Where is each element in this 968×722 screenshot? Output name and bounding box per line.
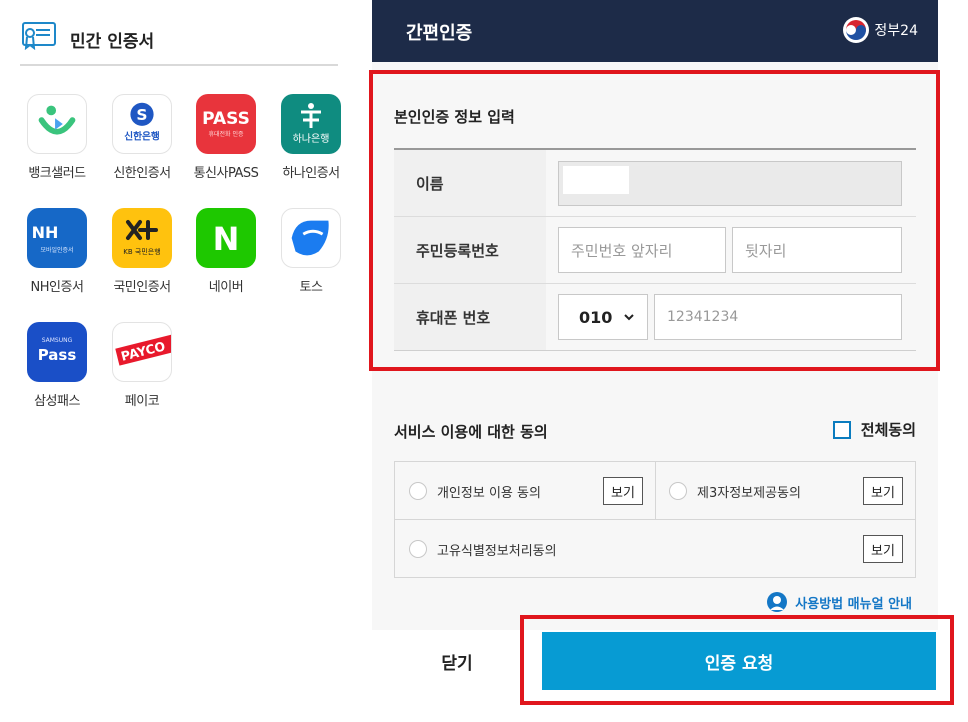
radio-icon [409, 540, 427, 558]
name-mask [563, 166, 629, 194]
gov24-logo: 정부24 [842, 16, 918, 44]
toss-icon [281, 208, 341, 268]
kb-icon: KB 국민은행 [112, 208, 172, 268]
hana-icon: 하나은행 [281, 94, 341, 154]
nh-tile-text: NH [32, 223, 59, 242]
view-unique-id-button[interactable]: 보기 [863, 535, 903, 563]
name-row: 이름 [394, 150, 916, 217]
app-naver[interactable]: N 네이버 [186, 208, 266, 295]
app-samsung-pass[interactable]: SAMSUNG Pass 삼성패스 [17, 322, 97, 409]
naver-tile-text: N [213, 220, 240, 258]
app-payco[interactable]: PAYCO 페이코 [102, 322, 182, 409]
name-input[interactable] [558, 161, 902, 206]
consent-title: 서비스 이용에 대한 동의 [394, 423, 548, 441]
phone-row: 휴대폰 번호 010 12341234 [394, 284, 916, 351]
view-third-party-button[interactable]: 보기 [863, 477, 903, 505]
private-certificate-header: 민간 인증서 [20, 20, 338, 66]
payco-icon: PAYCO [112, 322, 172, 382]
hana-tile-text: 하나은행 [293, 132, 330, 145]
app-label: 하나인증서 [282, 166, 340, 181]
name-label: 이름 [394, 150, 546, 216]
taegeuk-icon [843, 17, 870, 43]
app-nh[interactable]: NH 모바일인증서 NH인증서 [17, 208, 97, 295]
banksalad-icon [27, 94, 87, 154]
nh-tile-sub: 모바일인증서 [40, 246, 73, 254]
app-label: 토스 [299, 280, 323, 295]
samsung-tile-sub: SAMSUNG [42, 337, 73, 344]
app-shinhan[interactable]: S 신한은행 신한인증서 [102, 94, 182, 181]
pass-tile-text: PASS [202, 109, 250, 129]
app-label: 신한인증서 [113, 166, 171, 181]
view-privacy-button[interactable]: 보기 [603, 477, 643, 505]
consent-label: 제3자정보제공동의 [697, 485, 801, 501]
shinhan-icon: S 신한은행 [112, 94, 172, 154]
phone-label: 휴대폰 번호 [394, 284, 546, 350]
identity-info-title: 본인인증 정보 입력 [394, 108, 515, 126]
simple-auth-panel: 간편인증 정부24 본인인증 정보 입력 이름 주민등록번호 주민번호 앞자리 [372, 0, 938, 722]
consent-label: 개인정보 이용 동의 [437, 485, 541, 501]
nh-icon: NH 모바일인증서 [27, 208, 87, 268]
header-bar: 간편인증 정부24 [372, 0, 938, 62]
auth-request-button[interactable]: 인증 요청 [542, 632, 936, 690]
samsung-tile-text: Pass [38, 346, 77, 364]
gov24-text: 정부24 [874, 23, 918, 39]
close-button[interactable]: 닫기 [372, 630, 542, 692]
app-label: NH인증서 [30, 280, 84, 295]
all-agree-label: 전체동의 [860, 421, 916, 439]
manual-guide-link[interactable]: 사용방법 매뉴얼 안내 [765, 592, 912, 612]
app-toss[interactable]: 토스 [271, 208, 351, 295]
app-hana[interactable]: 하나은행 하나인증서 [271, 94, 351, 181]
private-certificate-panel: 민간 인증서 뱅크샐러드 S 신한은행 신한인증서 PASS 휴대전화 인증 통… [0, 0, 360, 722]
consent-table: 개인정보 이용 동의 보기 제3자정보제공동의 보기 고유식별정보처리동의 보기 [394, 461, 916, 578]
person-icon [767, 592, 788, 612]
svg-text:S: S [136, 106, 147, 124]
app-label: 뱅크샐러드 [28, 166, 86, 181]
rrn-back-input[interactable]: 뒷자리 [732, 227, 902, 273]
app-banksalad[interactable]: 뱅크샐러드 [17, 94, 97, 181]
identity-form: 이름 주민등록번호 주민번호 앞자리 뒷자리 휴대폰 번호 010 123412… [394, 148, 916, 351]
rrn-row: 주민등록번호 주민번호 앞자리 뒷자리 [394, 217, 916, 284]
kb-tile-text: KB 국민은행 [123, 247, 160, 256]
naver-icon: N [196, 208, 256, 268]
phone-number-input[interactable]: 12341234 [654, 294, 902, 340]
carrier-prefix-select[interactable]: 010 [558, 294, 648, 340]
app-pass[interactable]: PASS 휴대전화 인증 통신사PASS [186, 94, 266, 181]
samsung-pass-icon: SAMSUNG Pass [27, 322, 87, 382]
shinhan-tile-text: 신한은행 [124, 130, 160, 142]
private-certificate-title: 민간 인증서 [70, 32, 155, 52]
page-title: 간편인증 [406, 23, 473, 44]
radio-icon [409, 482, 427, 500]
certificate-icon [22, 22, 56, 50]
app-label: 페이코 [124, 394, 160, 409]
consent-label: 고유식별정보처리동의 [437, 543, 557, 559]
all-agree-checkbox[interactable]: 전체동의 [832, 419, 916, 440]
consent-item-unique-id[interactable]: 고유식별정보처리동의 [409, 520, 849, 578]
app-kb[interactable]: KB 국민은행 국민인증서 [102, 208, 182, 295]
radio-icon [669, 482, 687, 500]
app-label: 국민인증서 [113, 280, 171, 295]
checkbox-icon [832, 420, 851, 439]
rrn-label: 주민등록번호 [394, 217, 546, 283]
app-label: 네이버 [208, 280, 244, 295]
footer-bar: 닫기 인증 요청 [372, 630, 938, 722]
manual-guide-text: 사용방법 매뉴얼 안내 [795, 596, 912, 612]
app-label: 통신사PASS [193, 166, 259, 181]
rrn-front-input[interactable]: 주민번호 앞자리 [558, 227, 726, 273]
carrier-prefix-value: 010 [579, 307, 613, 327]
chevron-down-icon [624, 314, 634, 321]
app-label: 삼성패스 [34, 394, 80, 409]
pass-icon: PASS 휴대전화 인증 [196, 94, 256, 154]
pass-tile-sub: 휴대전화 인증 [208, 130, 244, 138]
